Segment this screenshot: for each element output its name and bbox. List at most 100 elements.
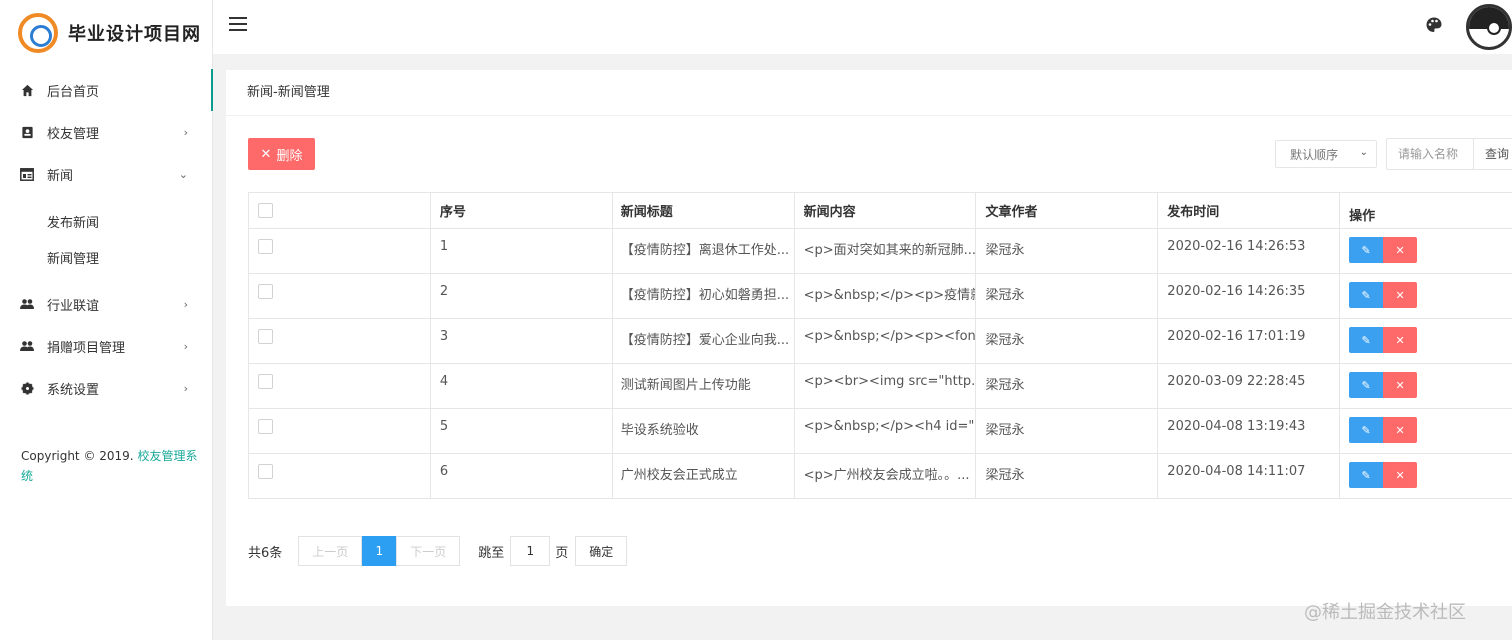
avatar[interactable] <box>1466 4 1512 50</box>
page-label: 页 <box>555 545 569 561</box>
row-checkbox[interactable] <box>258 329 273 344</box>
copyright: Copyright © 2019. 校友管理系统 <box>21 446 201 486</box>
row-checkbox[interactable] <box>258 374 273 389</box>
cell-id: 3 <box>431 319 613 363</box>
people-icon <box>20 339 34 353</box>
cell-id: 4 <box>431 364 613 408</box>
hamburger-icon[interactable] <box>229 17 247 31</box>
home-icon <box>20 83 34 97</box>
table-header-row: 序号 新闻标题 新闻内容 文章作者 发布时间 操作 <box>249 193 1512 229</box>
header-select-all[interactable] <box>249 193 431 228</box>
edit-button[interactable]: ✎ <box>1349 372 1384 398</box>
jump-page-input[interactable]: 1 <box>510 536 551 566</box>
chevron-right-icon: › <box>183 381 188 395</box>
pagination: 共6条 上一页 1 下一页 跳至 1 页 确定 <box>248 536 628 566</box>
cell-title: 【疫情防控】爱心企业向我... <box>613 319 795 363</box>
delete-button[interactable]: ✕ <box>1383 372 1418 398</box>
delete-button[interactable]: ✕ <box>1383 417 1418 443</box>
cell-id: 2 <box>431 274 613 318</box>
jump-confirm-button[interactable]: 确定 <box>575 536 628 566</box>
chevron-down-icon: ⌄ <box>1359 147 1368 158</box>
column-header: 发布时间 <box>1158 193 1341 228</box>
table-row: 6 广州校友会正式成立 <p>广州校友会成立啦。。... 梁冠永 2020-04… <box>249 454 1512 499</box>
total-count: 共6条 <box>248 545 283 561</box>
sidebar-item-donation[interactable]: 捐赠项目管理 › <box>0 325 212 367</box>
content-panel: 新闻-新闻管理 ✕ 删除 默认顺序 ⌄ 请输入名称 查询 序号 新闻标题 新闻内… <box>226 70 1512 606</box>
sidebar-item-alumni[interactable]: 校友管理 › <box>0 111 212 153</box>
cell-actions: ✎ ✕ <box>1340 229 1512 273</box>
cell-author: 梁冠永 <box>976 319 1159 363</box>
cell-content: <p>&nbsp;</p><p><font face... <box>795 319 977 363</box>
query-button[interactable]: 查询 <box>1473 138 1512 170</box>
cell-title: 毕设系统验收 <box>613 409 795 453</box>
pencil-icon: ✎ <box>1361 333 1371 347</box>
cell-id: 5 <box>431 409 613 453</box>
sidebar-item-publish-news[interactable]: 发布新闻 <box>0 203 212 239</box>
cell-content: <p>&nbsp;</p><h4 id="h4--2... <box>795 409 977 453</box>
column-header: 新闻内容 <box>795 193 977 228</box>
row-select <box>249 364 431 408</box>
cell-actions: ✎ ✕ <box>1340 364 1512 408</box>
page-title: 新闻-新闻管理 <box>226 70 1512 116</box>
search-input[interactable]: 请输入名称 <box>1386 138 1474 170</box>
table-row: 4 测试新闻图片上传功能 <p><br><img src="http... 梁冠… <box>249 364 1512 409</box>
row-checkbox[interactable] <box>258 284 273 299</box>
cell-author: 梁冠永 <box>976 229 1159 273</box>
close-icon: ✕ <box>1395 468 1405 482</box>
column-header: 序号 <box>431 193 613 228</box>
edit-button[interactable]: ✎ <box>1349 237 1384 263</box>
cell-time: 2020-02-16 14:26:53 <box>1158 229 1341 273</box>
delete-button[interactable]: ✕ <box>1383 282 1418 308</box>
page-1-button[interactable]: 1 <box>362 536 397 566</box>
delete-button[interactable]: ✕ <box>1383 237 1418 263</box>
sidebar-item-settings[interactable]: 系统设置 › <box>0 367 212 409</box>
cell-content: <p><br><img src="http... <box>795 364 977 408</box>
jump-label: 跳至 <box>478 545 505 561</box>
close-icon: ✕ <box>260 146 272 162</box>
cell-actions: ✎ ✕ <box>1340 409 1512 453</box>
row-select <box>249 319 431 363</box>
select-all-checkbox[interactable] <box>258 203 273 218</box>
row-checkbox[interactable] <box>258 419 273 434</box>
contact-card-icon <box>20 125 34 139</box>
batch-delete-button[interactable]: ✕ 删除 <box>248 138 315 170</box>
next-page-button[interactable]: 下一页 <box>396 536 461 566</box>
sidebar-item-label: 后台首页 <box>47 84 100 100</box>
cell-time: 2020-03-09 22:28:45 <box>1158 364 1341 408</box>
row-checkbox[interactable] <box>258 464 273 479</box>
sidebar-item-industry[interactable]: 行业联谊 › <box>0 283 212 325</box>
edit-button[interactable]: ✎ <box>1349 462 1384 488</box>
delete-button[interactable]: ✕ <box>1383 462 1418 488</box>
sort-value: 默认顺序 <box>1290 147 1339 162</box>
delete-button[interactable]: ✕ <box>1383 327 1418 353</box>
close-icon: ✕ <box>1395 333 1405 347</box>
prev-page-button[interactable]: 上一页 <box>298 536 363 566</box>
chevron-right-icon: › <box>183 125 188 139</box>
cell-title: 【疫情防控】离退休工作处... <box>613 229 795 273</box>
news-icon <box>20 167 34 181</box>
sidebar-item-label: 行业联谊 <box>47 298 100 314</box>
sort-select[interactable]: 默认顺序 ⌄ <box>1275 140 1377 168</box>
sidebar-item-home[interactable]: 后台首页 <box>0 69 213 111</box>
edit-button[interactable]: ✎ <box>1349 327 1384 353</box>
pencil-icon: ✎ <box>1361 423 1371 437</box>
pencil-icon: ✎ <box>1361 378 1371 392</box>
cell-title: 广州校友会正式成立 <box>613 454 795 498</box>
row-select <box>249 274 431 318</box>
cell-actions: ✎ ✕ <box>1340 319 1512 363</box>
cell-title: 测试新闻图片上传功能 <box>613 364 795 408</box>
close-icon: ✕ <box>1395 423 1405 437</box>
edit-button[interactable]: ✎ <box>1349 417 1384 443</box>
cell-actions: ✎ ✕ <box>1340 454 1512 498</box>
news-table: 序号 新闻标题 新闻内容 文章作者 发布时间 操作 1 【疫情防控】离退休工作处… <box>248 192 1512 499</box>
cell-author: 梁冠永 <box>976 454 1159 498</box>
palette-icon[interactable] <box>1425 16 1443 34</box>
logo[interactable]: 毕业设计项目网 <box>0 0 212 66</box>
row-checkbox[interactable] <box>258 239 273 254</box>
edit-button[interactable]: ✎ <box>1349 282 1384 308</box>
sidebar-item-label: 校友管理 <box>47 126 100 142</box>
cell-time: 2020-04-08 14:11:07 <box>1158 454 1341 498</box>
sidebar-item-news[interactable]: 新闻 ⌄ <box>0 153 212 195</box>
close-icon: ✕ <box>1395 288 1405 302</box>
sidebar-item-news-manage[interactable]: 新闻管理 <box>0 239 212 275</box>
